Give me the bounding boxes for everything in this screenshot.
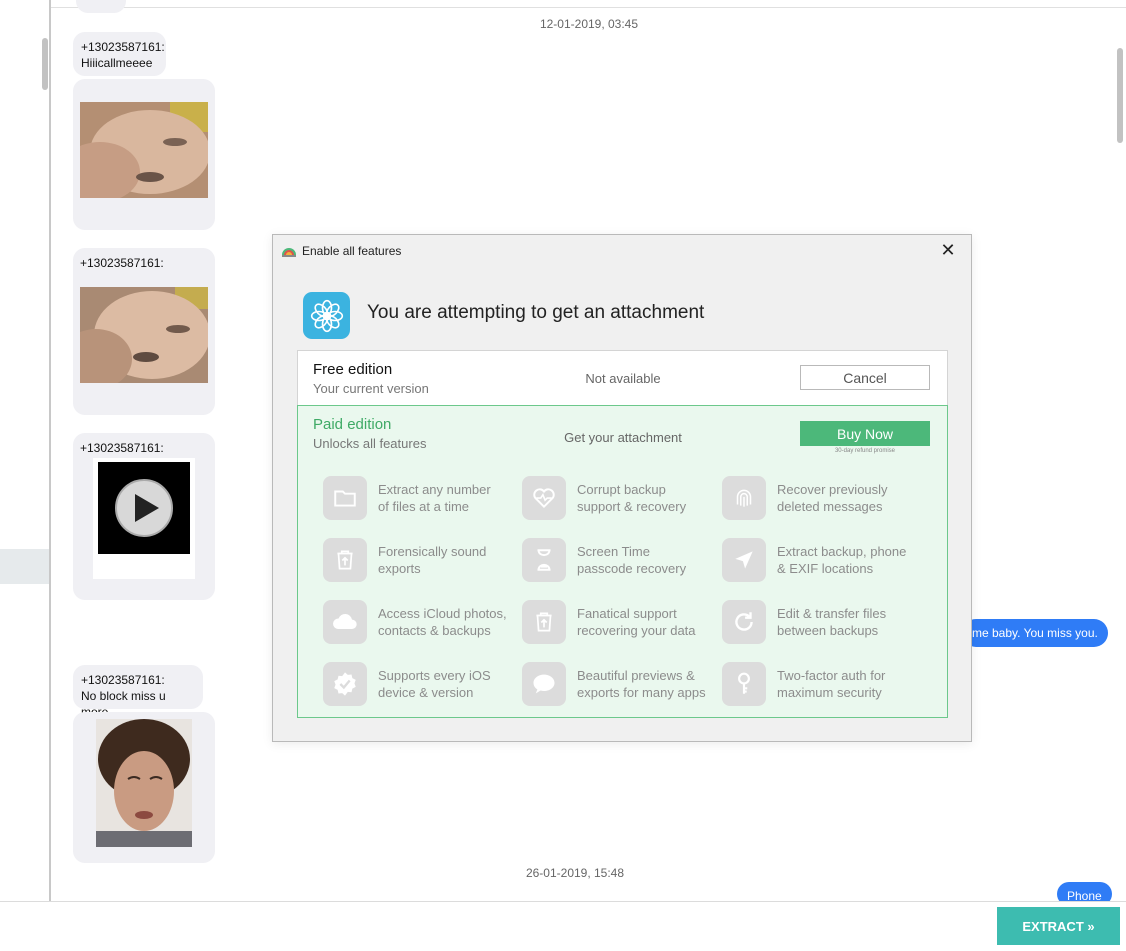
date-separator: 12-01-2019, 03:45 [539,17,639,31]
outgoing-message-bubble: me baby. You miss you. [962,619,1108,647]
photo-attachment[interactable] [80,287,208,383]
feature-text: Access iCloud photos, [378,606,507,621]
feature-text: recovering your data [577,623,696,638]
feature-text: Two-factor auth for [777,668,886,683]
badge-check-icon [323,662,367,706]
feature-text: Edit & transfer files [777,606,887,621]
feature-text: & EXIF locations [777,561,874,576]
free-edition-subtitle: Your current version [313,381,429,396]
paid-edition-title: Paid edition [313,416,392,433]
feature-text: deleted messages [777,499,883,514]
attachment-card[interactable]: +13023587161: [73,248,215,415]
app-flower-icon [303,292,350,339]
feature-item: Recover previously deleted messages [722,476,917,520]
enable-features-dialog: Enable all features ✕ You are attempting… [272,234,972,742]
feature-item: Extract any number of files at a time [323,476,518,520]
photo-attachment[interactable] [96,719,192,847]
footer-bar [0,901,1126,951]
feature-item: Supports every iOS device & version [323,662,518,706]
feature-item: Corrupt backup support & recovery [522,476,717,520]
feature-text: between backups [777,623,879,638]
dialog-title: Enable all features [302,244,402,258]
feature-text: Corrupt backup [577,482,666,497]
feature-text: contacts & backups [378,623,491,638]
attachment-card[interactable]: +13023587161: [73,433,215,600]
buy-now-button[interactable]: Buy Now [800,421,930,446]
location-arrow-icon [722,538,766,582]
message-sender: +13023587161: [81,40,165,54]
refresh-icon [722,600,766,644]
feature-text: Extract backup, phone [777,544,907,559]
app-logo-icon [281,243,297,259]
feature-text: device & version [378,685,474,700]
feature-text: Extract any number [378,482,491,497]
feature-item: Extract backup, phone & EXIF locations [722,538,917,582]
feature-text: Beautiful previews & [577,668,695,683]
extract-button[interactable]: EXTRACT » [997,907,1120,945]
trash-restore-icon [323,538,367,582]
close-icon[interactable]: ✕ [937,239,959,261]
message-sender: +13023587161: [81,673,165,687]
hourglass-icon [522,538,566,582]
video-attachment[interactable] [93,458,195,579]
refund-note: 30-day refund promise [834,448,896,454]
feature-item: Access iCloud photos, contacts & backups [323,600,518,644]
date-separator: 26-01-2019, 15:48 [525,866,625,880]
sidebar-scrollbar[interactable] [42,38,48,90]
feature-text: exports [378,561,421,576]
message-bubble: +13023587161: Hiiicallmeeee [73,32,166,76]
feature-text: Forensically sound [378,544,487,559]
feature-text: passcode recovery [577,561,687,576]
message-sender: +13023587161: [80,441,164,455]
feature-item: Forensically sound exports [323,538,518,582]
message-sender: +13023587161: [80,256,164,270]
message-bubble: +13023587161: No block miss u more [73,665,203,719]
trash-restore-icon [522,600,566,644]
paid-edition-status: Get your attachment [564,430,682,445]
feature-text: exports for many apps [577,685,706,700]
speech-bubble-icon [522,662,566,706]
feature-item: Fanatical support recovering your data [522,600,717,644]
app-window: 12-01-2019, 03:45 +13023587161: Hiiicall… [0,0,1126,951]
feature-item: Beautiful previews & exports for many app… [522,662,717,706]
feature-text: maximum security [777,685,882,700]
heart-pulse-icon [522,476,566,520]
feature-text: Recover previously [777,482,888,497]
fingerprint-icon [722,476,766,520]
free-edition-title: Free edition [313,361,393,378]
messages-scrollbar[interactable] [1117,48,1123,143]
cloud-icon [323,600,367,644]
sidebar-divider [49,0,51,901]
key-icon [722,662,766,706]
feature-text: support & recovery [577,499,687,514]
feature-item: Two-factor auth for maximum security [722,662,917,706]
feature-text: Fanatical support [577,606,677,621]
free-edition-panel: Free edition Your current version Not av… [297,350,948,406]
photo-attachment[interactable] [80,102,208,198]
conversation-sidebar [0,0,50,901]
paid-edition-subtitle: Unlocks all features [313,436,427,451]
free-edition-status: Not available [585,371,661,386]
feature-item: Edit & transfer files between backups [722,600,917,644]
message-bubble-partial [76,0,126,13]
feature-text: of files at a time [378,499,470,514]
feature-item: Screen Time passcode recovery [522,538,717,582]
dialog-heading: You are attempting to get an attachment [367,302,705,323]
header-divider [51,7,1126,8]
attachment-card[interactable] [73,79,215,230]
paid-edition-panel: Paid edition Unlocks all features Get yo… [297,405,948,718]
feature-text: Supports every iOS [378,668,491,683]
sidebar-selected-item[interactable] [0,549,49,584]
message-text: Hiiicallmeeee [81,56,153,70]
folder-icon [323,476,367,520]
cancel-button[interactable]: Cancel [800,365,930,390]
attachment-card[interactable] [73,712,215,863]
feature-text: Screen Time [577,544,650,559]
